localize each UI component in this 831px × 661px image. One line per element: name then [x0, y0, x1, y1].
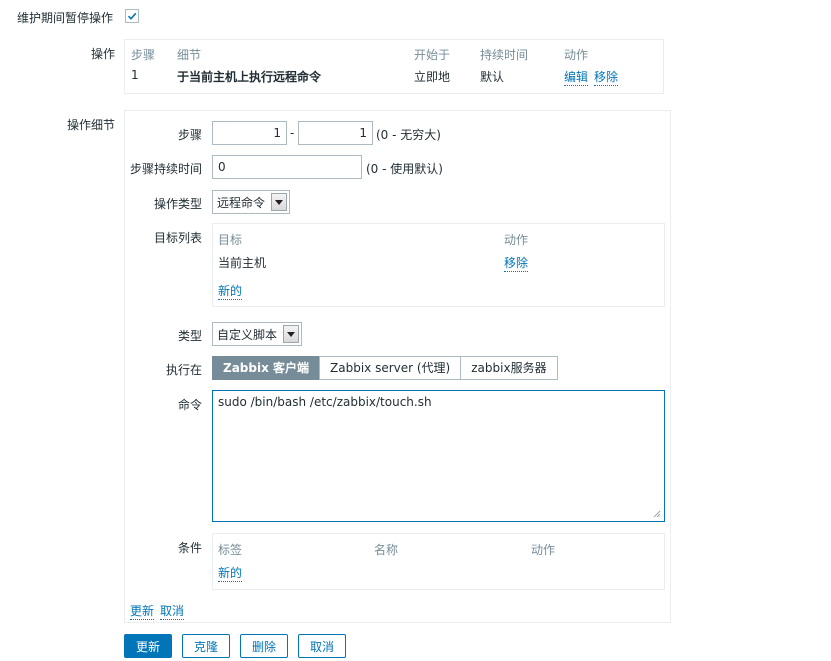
cancel-button[interactable]: 取消 — [298, 634, 346, 658]
execute-on-radio-group: Zabbix 客户端 Zabbix server (代理) zabbix服务器 — [212, 356, 558, 380]
pause-operations-checkbox[interactable] — [125, 9, 139, 23]
conditions-label: 条件 — [177, 541, 202, 555]
target-header-action: 动作 — [504, 233, 529, 247]
resize-grip-icon[interactable] — [653, 510, 661, 518]
execute-on-zabbix-server[interactable]: zabbix服务器 — [460, 356, 558, 380]
condition-new-link[interactable]: 新的 — [218, 564, 243, 582]
target-header-target: 目标 — [218, 233, 243, 247]
target-remove-link[interactable]: 移除 — [504, 254, 529, 272]
operations-header-start: 开始于 — [414, 48, 451, 62]
operations-table: 步骤 细节 开始于 持续时间 动作 1 于当前主机上执行远程命令 立即地 默认 … — [124, 39, 664, 94]
execute-on-label: 执行在 — [165, 363, 202, 377]
chevron-down-icon — [283, 325, 299, 343]
operations-header-duration: 持续时间 — [480, 48, 529, 62]
target-list-label: 目标列表 — [153, 231, 202, 245]
step-duration-hint: (0 - 使用默认) — [366, 162, 443, 176]
type-select[interactable]: 自定义脚本 — [212, 322, 302, 346]
operations-header-action: 动作 — [564, 48, 589, 62]
execute-on-zabbix-server-proxy[interactable]: Zabbix server (代理) — [319, 356, 462, 380]
target-new-link[interactable]: 新的 — [218, 282, 243, 300]
check-icon — [127, 12, 137, 20]
condition-header-action: 动作 — [531, 543, 556, 557]
step-hint: (0 - 无穷大) — [376, 128, 441, 142]
step-from-input[interactable] — [212, 121, 287, 145]
operation-details: 于当前主机上执行远程命令 — [177, 70, 322, 84]
conditions-table: 标签 名称 动作 新的 — [212, 533, 665, 590]
type-label: 类型 — [177, 329, 202, 343]
type-value: 自定义脚本 — [217, 327, 278, 342]
command-textarea[interactable]: sudo /bin/bash /etc/zabbix/touch.sh — [212, 390, 665, 522]
operation-remove-link[interactable]: 移除 — [594, 68, 619, 86]
details-update-link[interactable]: 更新 — [130, 602, 155, 620]
condition-header-name: 名称 — [374, 543, 399, 557]
step-to-input[interactable] — [298, 121, 373, 145]
pause-operations-label: 维护期间暂停操作 — [17, 11, 114, 25]
operation-start: 立即地 — [414, 70, 451, 84]
step-separator: - — [290, 126, 295, 140]
operations-header-step: 步骤 — [131, 48, 156, 62]
condition-header-tag: 标签 — [218, 543, 243, 557]
chevron-down-icon — [271, 193, 287, 211]
steps-label: 步骤 — [177, 128, 202, 142]
update-button[interactable]: 更新 — [124, 634, 172, 658]
target-list-table: 目标 动作 当前主机 移除 新的 — [212, 223, 665, 307]
operation-details-label: 操作细节 — [66, 118, 115, 132]
operation-type-value: 远程命令 — [217, 195, 266, 210]
operation-edit-link[interactable]: 编辑 — [564, 68, 589, 86]
clone-button[interactable]: 克隆 — [182, 634, 230, 658]
delete-button[interactable]: 删除 — [240, 634, 288, 658]
step-duration-label: 步骤持续时间 — [129, 162, 202, 176]
details-cancel-link[interactable]: 取消 — [160, 602, 185, 620]
operation-duration: 默认 — [480, 70, 505, 84]
target-current-host: 当前主机 — [218, 256, 267, 270]
execute-on-zabbix-agent[interactable]: Zabbix 客户端 — [212, 356, 321, 380]
operations-label: 操作 — [90, 47, 115, 61]
step-duration-input[interactable] — [212, 155, 362, 179]
operations-header-details: 细节 — [177, 48, 202, 62]
operation-type-label: 操作类型 — [153, 197, 202, 211]
command-label: 命令 — [177, 398, 202, 412]
operation-step: 1 — [131, 68, 139, 82]
operation-type-select[interactable]: 远程命令 — [212, 190, 290, 214]
